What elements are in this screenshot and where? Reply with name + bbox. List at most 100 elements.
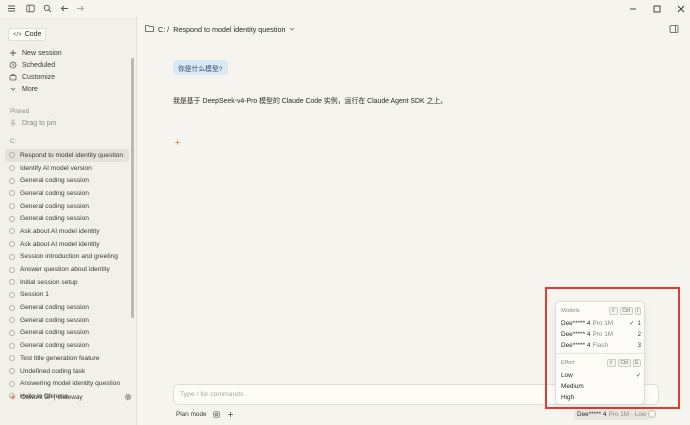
side-panel-toggle-icon[interactable] xyxy=(669,24,679,34)
session-item[interactable]: Ask about AI model identity xyxy=(5,225,129,238)
session-title: Answer question about identity xyxy=(20,266,110,274)
session-title: General coding session xyxy=(20,316,89,324)
status-dot-icon xyxy=(9,317,15,324)
session-title: Initial session setup xyxy=(20,278,78,286)
model-option-shortcut: 2 xyxy=(637,331,641,338)
assistant-message: 我是基于 DeepSeek-v4-Pro 模型的 Claude Code 实例，… xyxy=(173,98,448,105)
session-item[interactable]: General coding session xyxy=(5,174,129,187)
model-pill-name: Dee***** 4 xyxy=(577,411,607,418)
session-item[interactable]: General coding session xyxy=(5,301,129,314)
session-item[interactable]: Identify AI model version xyxy=(5,162,129,175)
model-selector-button[interactable]: Dee***** 4 Pro 1M · Low xyxy=(574,409,650,420)
sidebar-toggle-icon[interactable] xyxy=(25,3,36,14)
forward-arrow-icon[interactable] xyxy=(75,3,86,14)
new-session-button[interactable]: New session xyxy=(9,47,62,59)
status-dot-icon xyxy=(9,329,15,336)
check-icon: ✓ xyxy=(629,321,635,327)
code-mode-chip[interactable]: </> Code xyxy=(8,28,47,41)
shortcut-key: E xyxy=(632,358,641,368)
breadcrumb[interactable]: C: / Respond to model identity question xyxy=(145,23,295,35)
session-item[interactable]: General coding session xyxy=(5,200,129,213)
sidebar-footer[interactable]: Cowork 3P | Gateway xyxy=(0,386,136,408)
back-arrow-icon[interactable] xyxy=(59,3,70,14)
session-title: Undefined coding task xyxy=(20,367,86,375)
status-dot-icon xyxy=(9,152,15,159)
check-icon: ✓ xyxy=(635,373,641,379)
models-heading-label: Models xyxy=(561,308,580,314)
session-item[interactable]: Respond to model identity question xyxy=(5,149,129,162)
session-title: Ask about AI model identity xyxy=(20,227,100,235)
session-item[interactable]: General coding session xyxy=(5,212,129,225)
title-bar xyxy=(0,0,690,17)
effort-option-low[interactable]: Low ✓ xyxy=(561,370,641,381)
session-item[interactable]: General coding session xyxy=(5,327,129,340)
model-option-name: Dee***** 4 xyxy=(561,331,591,338)
session-title: General coding session xyxy=(20,177,89,185)
status-dot-icon xyxy=(9,190,15,197)
search-icon[interactable] xyxy=(42,3,53,14)
session-item[interactable]: General coding session xyxy=(5,314,129,327)
plan-mode-button[interactable]: Plan mode xyxy=(176,411,207,418)
more-button[interactable]: More xyxy=(9,83,38,95)
menu-icon[interactable] xyxy=(6,3,17,14)
session-title: Ask about AI model identity xyxy=(20,240,100,248)
effort-option-label: Low xyxy=(561,372,573,379)
status-dot-icon xyxy=(9,253,15,260)
status-dot-icon xyxy=(9,291,15,298)
plus-icon xyxy=(9,49,17,57)
models-shortcut: ⇧ Ctrl I xyxy=(608,306,641,316)
model-option-detail: Flash xyxy=(592,342,609,349)
model-option-shortcut: 3 xyxy=(637,342,641,349)
effort-option-medium[interactable]: Medium xyxy=(561,381,641,392)
session-item[interactable]: General coding session xyxy=(5,187,129,200)
session-item[interactable]: Test title generation feature xyxy=(5,352,129,365)
session-title: Respond to model identity question xyxy=(20,151,124,159)
status-dot-icon xyxy=(9,215,15,222)
customize-button[interactable]: Customize xyxy=(9,71,55,83)
session-item[interactable]: Session introduction and greeting xyxy=(5,251,129,264)
effort-shortcut: ⇧ Ctrl E xyxy=(606,358,641,368)
minimize-button[interactable] xyxy=(626,2,640,15)
session-item[interactable]: Ask about AI model identity xyxy=(5,238,129,251)
close-button[interactable] xyxy=(674,2,688,15)
effort-option-label: Medium xyxy=(561,383,584,390)
sidebar-scrollbar[interactable] xyxy=(131,58,134,318)
status-dot-icon xyxy=(9,355,15,362)
effort-heading-label: Effort xyxy=(561,360,575,366)
shortcut-key: ⇧ xyxy=(606,358,616,368)
session-title: General coding session xyxy=(20,202,89,210)
session-item[interactable]: Answer question about identity xyxy=(5,263,129,276)
session-item[interactable]: Initial session setup xyxy=(5,276,129,289)
shortcut-key: I xyxy=(634,306,641,316)
maximize-button[interactable] xyxy=(650,2,664,15)
session-title: General coding session xyxy=(20,329,89,337)
user-message: 你是什么模型? xyxy=(173,60,228,75)
session-title: Session introduction and greeting xyxy=(20,253,118,261)
session-item[interactable]: Session 1 xyxy=(5,289,129,302)
add-attachment-icon[interactable] xyxy=(227,411,235,419)
screenshot-icon[interactable] xyxy=(213,411,221,419)
model-option-meta: ✓ 1 xyxy=(629,320,641,327)
model-menu: Models ⇧ Ctrl I Dee***** 4 Pro 1M ✓ 1 De… xyxy=(555,301,645,405)
session-title: General coding session xyxy=(20,215,89,223)
model-option[interactable]: Dee***** 4 Pro 1M 2 xyxy=(561,329,641,340)
effort-option-label: High xyxy=(561,394,575,401)
model-option[interactable]: Dee***** 4 Flash 3 xyxy=(561,340,641,351)
prompt-placeholder: Type / for commands xyxy=(180,391,244,398)
model-option-name: Dee***** 4 xyxy=(561,320,591,327)
scheduled-label: Scheduled xyxy=(22,61,56,69)
model-option[interactable]: Dee***** 4 Pro 1M ✓ 1 xyxy=(561,318,641,329)
effort-option-high[interactable]: High xyxy=(561,392,641,403)
send-status-icon[interactable] xyxy=(648,410,656,418)
gear-icon[interactable] xyxy=(124,393,132,401)
session-title: General coding session xyxy=(20,342,89,350)
session-item[interactable]: Undefined coding task xyxy=(5,365,129,378)
models-heading: Models ⇧ Ctrl I xyxy=(561,306,641,316)
shortcut-key: Ctrl xyxy=(619,306,633,316)
status-dot-icon xyxy=(9,177,15,184)
session-item[interactable]: General coding session xyxy=(5,339,129,352)
status-dot-icon xyxy=(9,203,15,210)
scheduled-button[interactable]: Scheduled xyxy=(9,59,55,71)
drive-heading: C: xyxy=(10,138,17,145)
pinned-heading: Pinned xyxy=(10,108,30,115)
